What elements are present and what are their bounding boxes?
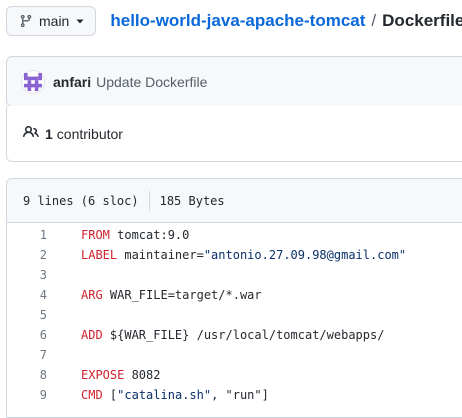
branch-select-button[interactable]: main <box>6 6 97 36</box>
triangle-down-icon <box>75 16 85 26</box>
code-line: 2 LABEL maintainer="antonio.27.09.98@gmai… <box>7 245 462 265</box>
code-content: ADD ${WAR_FILE} /usr/local/tomcat/webapp… <box>81 325 384 345</box>
code-text: [ <box>102 388 118 402</box>
line-number[interactable]: 1 <box>7 225 47 245</box>
file-size: 185 Bytes <box>159 193 225 208</box>
identicon-avatar-image <box>24 72 42 91</box>
line-number[interactable]: 9 <box>7 385 47 405</box>
code-text: tomcat:9.0 <box>109 228 190 242</box>
contributor-count[interactable]: 1 <box>45 126 53 142</box>
breadcrumb-separator: / <box>371 11 377 30</box>
top-bar: main hello-world-java-apache-tomcat / Do… <box>6 5 462 37</box>
code-keyword: LABEL <box>81 248 118 262</box>
code-keyword: ARG <box>81 288 103 302</box>
code-line: 7 <box>7 345 462 365</box>
line-number[interactable]: 3 <box>7 265 47 285</box>
avatar[interactable] <box>21 69 45 94</box>
code-line: 1 FROM tomcat:9.0 <box>7 225 462 245</box>
code-text: ${WAR_FILE} /usr/local/tomcat/webapps/ <box>102 328 385 342</box>
file-name: Dockerfile <box>382 11 462 30</box>
code-line: 5 <box>7 305 462 325</box>
commit-message-link[interactable]: Update Dockerfile <box>96 74 207 90</box>
latest-commit-bar: anfari Update Dockerfile <box>6 56 462 107</box>
branch-name: main <box>39 13 70 29</box>
code-content: LABEL maintainer="antonio.27.09.98@gmail… <box>81 245 406 265</box>
git-branch-icon <box>19 13 33 29</box>
code-content: ARG WAR_FILE=target/*.war <box>81 285 262 305</box>
file-line-count: 9 lines (6 sloc) <box>23 193 139 208</box>
code-keyword: ADD <box>81 328 103 342</box>
header-divider <box>148 190 150 211</box>
code-line: 4 ARG WAR_FILE=target/*.war <box>7 285 462 305</box>
code-block: 1 FROM tomcat:9.0 2 LABEL maintainer="anton… <box>7 223 462 405</box>
line-number[interactable]: 8 <box>7 365 47 385</box>
file-info-header: 9 lines (6 sloc) 185 Bytes <box>7 179 462 223</box>
breadcrumb: hello-world-java-apache-tomcat / Dockerf… <box>110 11 462 31</box>
contributor-label[interactable]: contributor <box>57 126 123 142</box>
code-string: "catalina.sh" <box>117 388 212 402</box>
code-line: 9 CMD ["catalina.sh", "run"] <box>7 385 462 405</box>
line-number[interactable]: 6 <box>7 325 47 345</box>
line-number[interactable]: 2 <box>7 245 47 265</box>
code-keyword: FROM <box>81 228 110 242</box>
code-keyword: EXPOSE <box>81 368 125 382</box>
code-string: "antonio.27.09.98@gmail.com" <box>203 248 407 262</box>
commit-author-link[interactable]: anfari <box>53 74 91 90</box>
repo-link[interactable]: hello-world-java-apache-tomcat <box>110 11 365 31</box>
line-number[interactable]: 5 <box>7 305 47 325</box>
line-number[interactable]: 4 <box>7 285 47 305</box>
code-text: maintainer= <box>117 248 204 262</box>
code-content: EXPOSE 8082 <box>81 365 160 385</box>
people-icon <box>23 124 39 143</box>
code-text: 8082 <box>124 368 161 382</box>
code-keyword: CMD <box>81 388 103 402</box>
line-number[interactable]: 7 <box>7 345 47 365</box>
file-viewer: 9 lines (6 sloc) 185 Bytes 1 FROM tomcat:… <box>6 178 462 418</box>
code-line: 8 EXPOSE 8082 <box>7 365 462 385</box>
code-text: WAR_FILE=target/*.war <box>102 288 262 302</box>
contributors-bar: 1 contributor <box>6 106 462 162</box>
code-text: , "run"] <box>211 388 269 402</box>
code-line: 6 ADD ${WAR_FILE} /usr/local/tomcat/webap… <box>7 325 462 345</box>
code-line: 3 <box>7 265 462 285</box>
code-content: CMD ["catalina.sh", "run"] <box>81 385 269 405</box>
code-content: FROM tomcat:9.0 <box>81 225 189 245</box>
